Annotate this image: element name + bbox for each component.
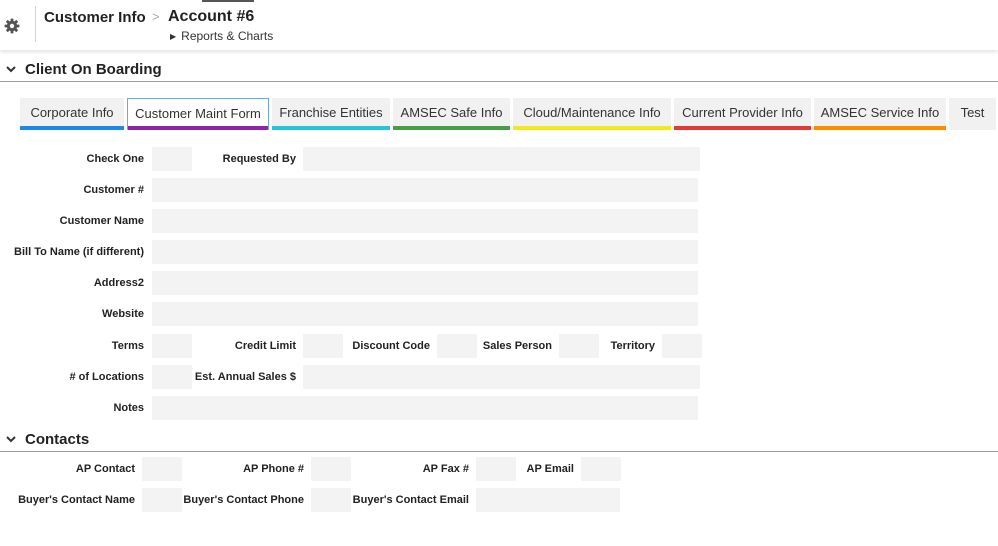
tab-label: Cloud/Maintenance Info <box>523 105 661 120</box>
requested-by-field[interactable] <box>303 147 700 171</box>
page-header: Customer Info > Account #6 ▶ Reports & Ch… <box>0 0 998 50</box>
buyer-contact-email-label: Buyer's Contact Email <box>352 494 469 506</box>
sales-person-label: Sales Person <box>482 340 552 352</box>
buyer-contact-name-field[interactable] <box>142 488 182 512</box>
tab-label: Franchise Entities <box>279 105 383 120</box>
ap-phone-field[interactable] <box>311 457 351 481</box>
triangle-right-icon: ▶ <box>170 32 177 41</box>
tab-franchise-entities[interactable]: Franchise Entities <box>272 98 390 130</box>
tab-label: Test <box>960 105 985 120</box>
customer-number-field[interactable] <box>152 178 698 202</box>
breadcrumb-customer-info[interactable]: Customer Info <box>44 9 146 26</box>
address2-label: Address2 <box>93 277 144 289</box>
tab-label: Current Provider Info <box>682 105 803 120</box>
ap-contact-label: AP Contact <box>75 463 135 475</box>
buyer-contact-phone-label: Buyer's Contact Phone <box>183 494 304 506</box>
ap-email-label: AP Email <box>526 463 575 475</box>
website-label: Website <box>102 308 144 320</box>
customer-number-label: Customer # <box>83 184 144 196</box>
tab-customer-maint-form[interactable]: Customer Maint Form <box>127 98 269 130</box>
check-one-label: Check One <box>86 153 144 165</box>
tab-label: Customer Maint Form <box>135 106 261 121</box>
tab-label: Corporate Info <box>30 105 114 120</box>
reports-charts-link[interactable]: ▶ Reports & Charts <box>170 29 273 43</box>
ap-fax-label: AP Fax # <box>422 463 469 475</box>
website-field[interactable] <box>152 302 698 326</box>
tab-amsec-service-info[interactable]: AMSEC Service Info <box>814 98 946 130</box>
tab-color-bar <box>272 126 390 130</box>
breadcrumb-separator: > <box>152 9 160 24</box>
requested-by-label: Requested By <box>222 153 296 165</box>
section-title: Client On Boarding <box>25 61 162 78</box>
section-header-contacts[interactable]: Contacts <box>0 431 998 452</box>
customer-name-field[interactable] <box>152 209 698 233</box>
customer-name-label: Customer Name <box>59 215 144 227</box>
notes-label: Notes <box>113 402 144 414</box>
tab-color-bar <box>814 126 946 130</box>
discount-code-field[interactable] <box>437 334 477 358</box>
bill-to-name-field[interactable] <box>152 240 698 264</box>
territory-field[interactable] <box>662 334 702 358</box>
tab-amsec-safe-info[interactable]: AMSEC Safe Info <box>393 98 510 130</box>
gear-icon[interactable] <box>4 18 20 34</box>
est-annual-sales-field[interactable] <box>303 365 700 389</box>
chevron-down-icon[interactable] <box>4 432 18 446</box>
tab-color-bar <box>674 126 811 130</box>
buyer-contact-phone-field[interactable] <box>311 488 351 512</box>
terms-field[interactable] <box>152 334 192 358</box>
ap-contact-field[interactable] <box>142 457 182 481</box>
buyer-contact-name-label: Buyer's Contact Name <box>18 494 135 506</box>
tab-cloud-maintenance-info[interactable]: Cloud/Maintenance Info <box>513 98 671 130</box>
active-indicator <box>202 0 254 2</box>
sales-person-field[interactable] <box>559 334 599 358</box>
buyer-contact-email-field[interactable] <box>476 488 620 512</box>
terms-label: Terms <box>111 340 144 352</box>
tab-label: AMSEC Service Info <box>820 105 940 120</box>
credit-limit-field[interactable] <box>303 334 343 358</box>
page-title: Account #6 <box>168 8 255 25</box>
tab-color-bar <box>128 126 268 130</box>
header-divider <box>35 6 36 42</box>
tab-current-provider-info[interactable]: Current Provider Info <box>674 98 811 130</box>
reports-charts-label: Reports & Charts <box>181 29 274 43</box>
num-locations-field[interactable] <box>152 365 192 389</box>
credit-limit-label: Credit Limit <box>234 340 296 352</box>
territory-label: Territory <box>610 340 655 352</box>
ap-fax-field[interactable] <box>476 457 516 481</box>
est-annual-sales-label: Est. Annual Sales $ <box>194 371 296 383</box>
tab-color-bar <box>393 126 510 130</box>
bill-to-name-label: Bill To Name (if different) <box>14 246 144 258</box>
tab-color-bar <box>20 126 124 130</box>
tab-corporate-info[interactable]: Corporate Info <box>20 98 124 130</box>
chevron-down-icon[interactable] <box>4 62 18 76</box>
tab-color-bar <box>513 126 671 130</box>
tab-test[interactable]: Test <box>949 98 996 130</box>
discount-code-label: Discount Code <box>352 340 430 352</box>
address2-field[interactable] <box>152 271 698 295</box>
tab-label: AMSEC Safe Info <box>400 105 503 120</box>
check-one-field[interactable] <box>152 147 192 171</box>
notes-field[interactable] <box>152 396 698 420</box>
num-locations-label: # of Locations <box>69 371 144 383</box>
section-title: Contacts <box>25 431 90 448</box>
ap-phone-label: AP Phone # <box>243 463 304 475</box>
ap-email-field[interactable] <box>581 457 621 481</box>
section-header-client-onboarding[interactable]: Client On Boarding <box>0 61 998 82</box>
